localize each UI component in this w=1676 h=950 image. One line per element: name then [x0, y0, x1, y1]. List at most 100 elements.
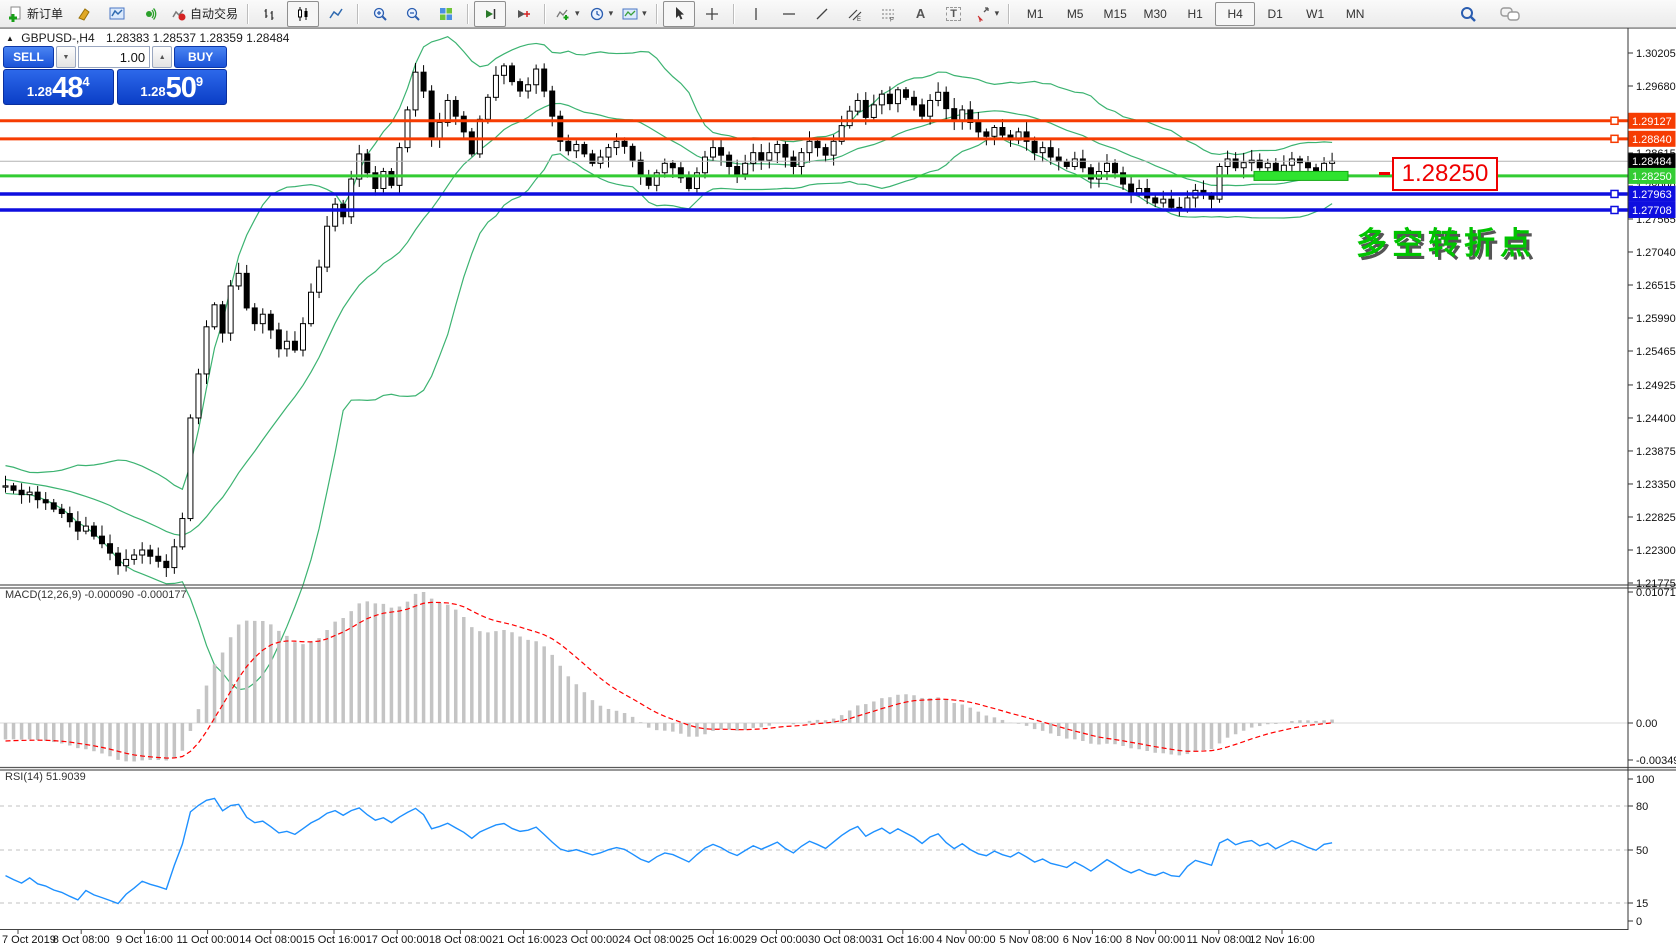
candle-body: [911, 96, 918, 106]
candle-body: [18, 489, 25, 496]
candle-body: [814, 140, 821, 149]
candle-body: [533, 68, 540, 86]
candle-body: [98, 535, 105, 545]
candle-body: [420, 71, 427, 92]
candle-body: [573, 143, 580, 152]
candle-body: [629, 145, 636, 161]
line-handle: [1610, 134, 1619, 144]
collapse-triangle-icon[interactable]: ▲: [6, 34, 14, 43]
candle-body: [444, 99, 451, 123]
candle-body: [541, 68, 548, 92]
candle-body: [50, 502, 57, 510]
candle-body: [750, 152, 757, 164]
symbol-info[interactable]: ▲ GBPUSD-,H4 1.28383 1.28537 1.28359 1.2…: [6, 31, 289, 45]
candle-body: [243, 272, 250, 309]
candle-body: [846, 110, 853, 127]
volume-increase-button[interactable]: ▲: [152, 46, 173, 68]
candle-body: [139, 549, 146, 556]
sell-price-display[interactable]: 1.28 48 4: [3, 69, 114, 105]
price-tag-label: 1.28484: [1632, 156, 1672, 168]
candle-body: [308, 291, 315, 325]
price-tick-label: 1.26515: [1636, 280, 1676, 292]
volume-decrease-button[interactable]: ▼: [55, 46, 77, 68]
candle-body: [1071, 158, 1078, 167]
candle-body: [1103, 162, 1110, 173]
rsi-axis-label: 0: [1636, 916, 1642, 928]
rsi-axis-label: 100: [1636, 774, 1654, 786]
chart-canvas: 0.0107190.00-0.00349210080501501.302051.…: [0, 28, 1676, 950]
candle-body: [1184, 197, 1191, 210]
candle-body: [82, 525, 89, 532]
candle-body: [26, 491, 33, 496]
candle-body: [227, 285, 234, 334]
line-handle: [1610, 116, 1619, 126]
time-label: 14 Oct 08:00: [239, 934, 302, 946]
candle-body: [299, 323, 306, 351]
price-tick-label: 1.24400: [1636, 413, 1676, 425]
candle-body: [412, 71, 419, 111]
candle-body: [710, 147, 717, 158]
candle-body: [854, 99, 861, 112]
candle-body: [211, 304, 218, 328]
price-tick-label: 1.29680: [1636, 81, 1676, 93]
symbol-ohlc: 1.28383 1.28537 1.28359 1.28484: [105, 31, 290, 45]
price-callout-box[interactable]: 1.28250: [1392, 157, 1498, 191]
candle-body: [742, 162, 749, 175]
candle-body: [500, 65, 507, 76]
candle-body: [782, 143, 789, 158]
price-tag-label: 1.27708: [1632, 205, 1672, 217]
price-tag-label: 1.29127: [1632, 116, 1672, 128]
candle-body: [943, 91, 950, 110]
time-label: 15 Oct 16:00: [303, 934, 366, 946]
candle-body: [251, 307, 258, 325]
highlighted-line-segment[interactable]: [1253, 170, 1349, 181]
candle-body: [935, 91, 942, 101]
candle-body: [975, 121, 982, 133]
candle-body: [492, 74, 499, 98]
sell-price-big: 48: [52, 72, 83, 104]
candle-body: [291, 340, 298, 351]
time-label: 23 Oct 00:00: [555, 934, 618, 946]
candle-body: [525, 84, 532, 92]
volume-input[interactable]: [78, 46, 151, 68]
candle-body: [155, 555, 162, 562]
candle-body: [235, 272, 242, 287]
candle-body: [187, 417, 194, 520]
candle-body: [380, 171, 387, 189]
candle-body: [163, 560, 170, 569]
time-label: 4 Nov 00:00: [936, 934, 995, 946]
candle-body: [66, 513, 73, 523]
candle-body: [404, 109, 411, 149]
candle-body: [203, 326, 210, 375]
candle-body: [42, 499, 49, 504]
candle-body: [1224, 158, 1231, 167]
price-tag-label: 1.27963: [1632, 189, 1672, 201]
candle-body: [734, 165, 741, 175]
candle-body: [806, 140, 813, 154]
chinese-annotation[interactable]: 多空转折点: [1356, 218, 1536, 263]
price-tick-label: 1.23350: [1636, 479, 1676, 491]
macd-indicator-label: MACD(12,26,9) -0.000090 -0.000177: [5, 589, 187, 601]
candle-body: [766, 152, 773, 161]
price-tick-label: 1.30205: [1636, 48, 1676, 60]
candle-body: [999, 127, 1006, 136]
candle-body: [830, 140, 837, 156]
buy-price-base: 1.28: [140, 84, 166, 99]
buy-button[interactable]: BUY: [174, 46, 227, 68]
sell-button[interactable]: SELL: [3, 46, 54, 68]
candle-body: [822, 147, 829, 156]
candle-body: [661, 162, 668, 174]
buy-price-display[interactable]: 1.28 50 9: [116, 69, 227, 105]
time-label: 29 Oct 00:00: [745, 934, 808, 946]
candle-body: [1160, 198, 1167, 204]
price-tick-label: 1.22300: [1636, 545, 1676, 557]
candle-body: [637, 159, 644, 177]
candle-body: [565, 140, 572, 152]
candle-body: [34, 491, 41, 501]
candle-body: [396, 147, 403, 186]
candle-body: [1272, 162, 1279, 173]
candle-body: [597, 156, 604, 164]
candle-body: [870, 104, 877, 118]
candle-body: [1168, 198, 1175, 208]
candle-body: [436, 121, 443, 139]
